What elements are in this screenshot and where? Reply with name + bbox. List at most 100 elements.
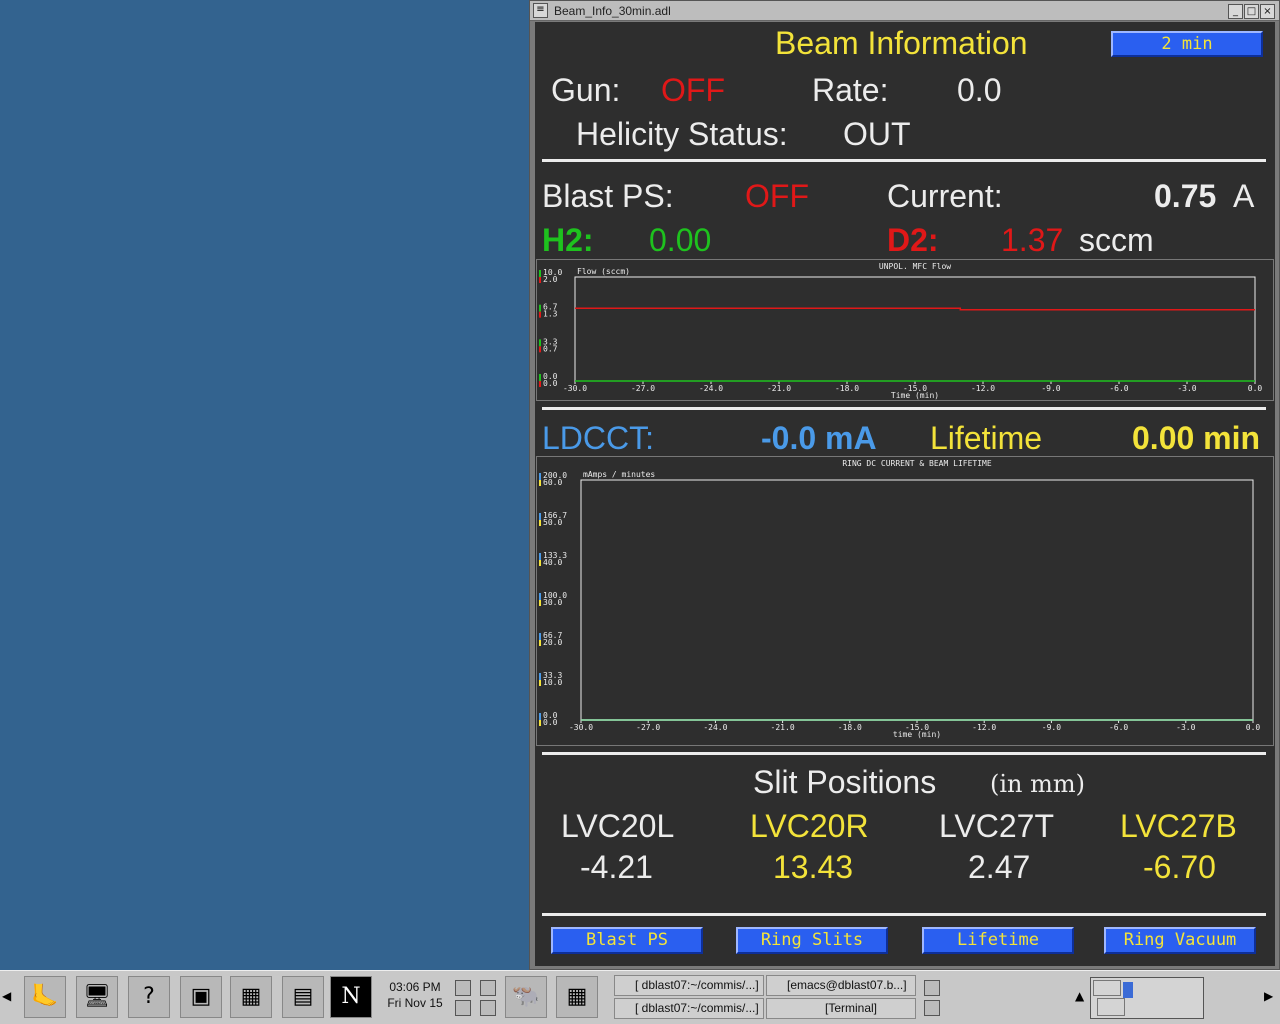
slit-name-lvc20l: LVC20L — [561, 808, 675, 844]
pager-window-1 — [1093, 980, 1121, 996]
rate-value: 0.0 — [957, 72, 1002, 108]
desktop-pager-2-icon[interactable] — [455, 1000, 471, 1016]
desktop-pager-1-icon[interactable] — [455, 980, 471, 996]
divider-1 — [542, 159, 1266, 162]
x-tick-label: -24.0 — [699, 384, 723, 393]
slit-value-lvc20r: 13.43 — [773, 849, 854, 885]
chart-ylabel: Flow (sccm) — [577, 267, 630, 276]
close-icon[interactable]: × — [1260, 4, 1275, 19]
slit-name-lvc27t: LVC27T — [939, 808, 1055, 844]
lifetime-label: Lifetime — [930, 420, 1043, 456]
x-tick-label: -27.0 — [636, 723, 660, 732]
window-menu-icon[interactable]: ≡ — [533, 3, 548, 18]
divider-4 — [542, 913, 1266, 916]
x-tick-label: 0.0 — [1248, 384, 1263, 393]
panel-left-arrow-icon[interactable]: ◀ — [2, 989, 11, 1003]
package-icon[interactable]: ▦ — [230, 976, 272, 1018]
pager-window-2 — [1097, 998, 1125, 1016]
task-emacs[interactable]: [emacs@dblast07.b...] — [766, 975, 916, 996]
x-tick-label: -18.0 — [835, 384, 859, 393]
slit-name-lvc20r: LVC20R — [750, 808, 869, 844]
gnu-icon[interactable]: 🐃 — [505, 976, 547, 1018]
h2-value: 0.00 — [649, 222, 712, 258]
rate-label: Rate: — [812, 72, 889, 108]
y-right-tick-label: 1.3 — [543, 310, 558, 319]
slit-value-lvc27b: -6.70 — [1143, 849, 1216, 885]
chart-title: RING DC CURRENT & BEAM LIFETIME — [842, 459, 991, 468]
y-right-tick-label: 0.0 — [543, 718, 558, 727]
x-tick-label: -24.0 — [703, 723, 727, 732]
task-list-icon-1[interactable] — [924, 980, 940, 996]
pager-collapse-icon[interactable]: ▲ — [1075, 989, 1084, 1003]
chart-ylabel: mAmps / minutes — [583, 470, 655, 479]
y-right-tick-label: 20.0 — [543, 638, 562, 647]
task-dblast07-1[interactable]: [ dblast07:~/commis/...] — [614, 975, 764, 996]
mfc-flow-svg: UNPOL. MFC Flow Flow (sccm) -30.0 -27.0 -24.… — [539, 262, 1263, 400]
monitor-icon[interactable]: 🖥 — [76, 976, 118, 1018]
current-value: 0.75 — [1154, 178, 1217, 214]
pager-active-window — [1123, 982, 1133, 998]
x-tick-label: -18.0 — [838, 723, 862, 732]
desktop-pager-4-icon[interactable] — [480, 1000, 496, 1016]
netscape-icon[interactable]: N — [330, 976, 372, 1018]
h2-label: H2: — [542, 222, 594, 258]
task-terminal[interactable]: [Terminal] — [766, 998, 916, 1019]
x-tick-label: -9.0 — [1041, 384, 1060, 393]
gun-value: OFF — [661, 72, 725, 108]
x-tick-label: -6.0 — [1109, 384, 1128, 393]
minimize-icon[interactable]: _ — [1228, 4, 1243, 19]
ring-current-chart: RING DC CURRENT & BEAM LIFETIME mAmps / m… — [536, 456, 1274, 746]
y-right-tick-label: 50.0 — [543, 518, 562, 527]
window-titlebar[interactable]: ≡ Beam_Info_30min.adl _ □ × — [530, 1, 1279, 21]
workspace-pager[interactable] — [1090, 977, 1204, 1019]
task-dblast07-2[interactable]: [ dblast07:~/commis/...] — [614, 998, 764, 1019]
desktop-pager-3-icon[interactable] — [480, 980, 496, 996]
y-right-tick-label: 60.0 — [543, 478, 562, 487]
lifetime-button[interactable]: Lifetime — [922, 927, 1074, 954]
terminal-icon[interactable]: ▣ — [180, 976, 222, 1018]
ring-current-svg: RING DC CURRENT & BEAM LIFETIME mAmps / m… — [539, 459, 1261, 739]
interval-button[interactable]: 2 min — [1111, 31, 1263, 57]
plot-area — [580, 479, 1254, 721]
divider-3 — [542, 752, 1266, 755]
blast-ps-button[interactable]: Blast PS — [551, 927, 703, 954]
panel-clock[interactable]: 03:06 PM Fri Nov 15 — [380, 979, 450, 1011]
chart-xlabel: time (min) — [893, 730, 941, 739]
gnome-foot-icon[interactable]: 🦶 — [24, 976, 66, 1018]
series-line-1 — [575, 307, 1255, 311]
taskbar: ◀ 🦶 🖥 ? ▣ ▦ ▤ N 03:06 PM Fri Nov 15 🐃 ▦ … — [0, 970, 1280, 1024]
slit-positions-unit: (in mm) — [990, 770, 1086, 798]
x-tick-label: -3.0 — [1176, 723, 1195, 732]
panel-right-arrow-icon[interactable]: ▶ — [1264, 989, 1273, 1003]
lifetime-value: 0.00 min — [1132, 420, 1261, 456]
x-tick-label: 0.0 — [1246, 723, 1261, 732]
helicity-value: OUT — [843, 116, 911, 152]
slit-positions-title: Slit Positions — [753, 764, 937, 800]
task-list-icon-2[interactable] — [924, 1000, 940, 1016]
d2-label: D2: — [887, 222, 939, 258]
mfc-flow-chart: UNPOL. MFC Flow Flow (sccm) -30.0 -27.0 -24.… — [536, 259, 1274, 401]
y-right-tick-label: 40.0 — [543, 558, 562, 567]
plot-area — [574, 276, 1256, 382]
current-label: Current: — [887, 178, 1003, 214]
beam-info-window: ≡ Beam_Info_30min.adl _ □ × Beam Informa… — [529, 0, 1280, 970]
settings-terminal-icon[interactable]: ▤ — [282, 976, 324, 1018]
x-tick-label: -12.0 — [971, 384, 995, 393]
slit-value-lvc27t: 2.47 — [968, 849, 1031, 885]
ldcct-label: LDCCT: — [542, 420, 655, 456]
ring-slits-button[interactable]: Ring Slits — [736, 927, 888, 954]
help-icon[interactable]: ? — [128, 976, 170, 1018]
calculator-icon[interactable]: ▦ — [556, 976, 598, 1018]
blast-ps-label: Blast PS: — [542, 178, 674, 214]
ring-vacuum-button[interactable]: Ring Vacuum — [1104, 927, 1256, 954]
window-title: Beam_Info_30min.adl — [554, 4, 671, 18]
chart-xlabel: Time (min) — [891, 391, 939, 400]
x-tick-label: -3.0 — [1177, 384, 1196, 393]
x-tick-label: -21.0 — [767, 384, 791, 393]
slit-value-lvc20l: -4.21 — [580, 849, 653, 885]
x-tick-label: -27.0 — [631, 384, 655, 393]
gun-label: Gun: — [551, 72, 621, 108]
maximize-icon[interactable]: □ — [1244, 4, 1259, 19]
helicity-label: Helicity Status: — [576, 116, 788, 152]
clock-date: Fri Nov 15 — [387, 996, 443, 1010]
